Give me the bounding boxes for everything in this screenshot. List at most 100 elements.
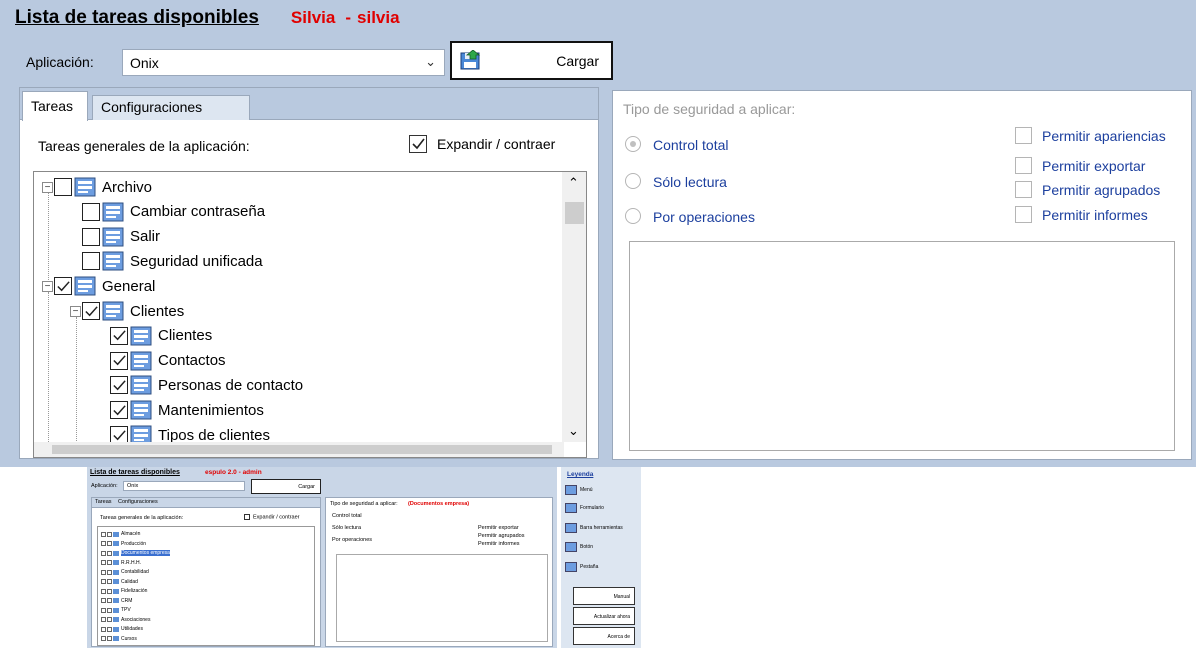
permit-appearance-checkbox[interactable] — [1015, 127, 1032, 144]
load-button[interactable]: Cargar — [450, 41, 613, 80]
tree-node[interactable]: − Clientes — [70, 300, 184, 322]
radio-solo-lectura[interactable] — [625, 173, 641, 189]
tree-node-checkbox[interactable] — [54, 277, 72, 296]
tree-node[interactable]: Mantenimientos — [98, 399, 264, 421]
tree-node-checkbox[interactable] — [82, 227, 100, 246]
thumbnail-tree-label: Asociaciones — [121, 616, 151, 623]
operations-list[interactable] — [629, 241, 1175, 451]
button-icon — [565, 542, 577, 552]
task-tree[interactable]: − Archivo Cambiar contraseña Salir Seguridad… — [33, 171, 587, 458]
menu-icon — [102, 227, 124, 247]
thumbnail-opt-0: Control total — [332, 513, 362, 519]
thumbnail-tree-label: Contabilidad — [121, 569, 149, 575]
legend-button-label: Botón — [580, 544, 594, 550]
thumbnail-tree-label: Fidelización — [121, 588, 148, 594]
tree-node[interactable]: Salir — [70, 226, 160, 248]
tree-node[interactable]: Personas de contacto — [98, 374, 303, 396]
check-icon — [112, 429, 126, 440]
screenshot-thumbnail: Lista de tareas disponibles espulo 2.0 -… — [87, 467, 641, 648]
tab-strip: Tareas Configuraciones — [20, 88, 598, 121]
thumbnail-tree-label: Utilidades — [121, 626, 143, 632]
tree-node-checkbox[interactable] — [110, 351, 128, 370]
radio-control-total-label: Control total — [653, 137, 729, 153]
tree-node-checkbox[interactable] — [54, 178, 72, 196]
legend-toolbar-label: Barra herramientas — [580, 525, 623, 531]
tree-node-checkbox[interactable] — [110, 401, 128, 420]
thumbnail-tree-label: Calidad — [121, 578, 138, 585]
tree-node-label: Archivo — [102, 178, 153, 196]
thumbnail-tree-node: Almacén — [101, 531, 140, 537]
form-icon — [130, 351, 152, 371]
thumbnail-context: (Documentos empresa) — [408, 501, 470, 507]
tree-node[interactable]: − Archivo — [42, 176, 152, 198]
thumbnail-expander-icon — [101, 598, 106, 603]
collapse-icon[interactable]: − — [42, 280, 53, 292]
task-list-window: Lista de tareas disponibles Silvia - sil… — [0, 0, 1196, 467]
tree-node-label: General — [102, 277, 156, 295]
tab-icon — [565, 562, 577, 572]
tree-line — [48, 292, 49, 452]
horizontal-scrollbar[interactable] — [34, 442, 564, 457]
tree-node-checkbox[interactable] — [82, 202, 100, 221]
permit-reports-label: Permitir informes — [1042, 207, 1148, 223]
collapse-icon[interactable]: − — [70, 305, 81, 317]
permit-grouped-label: Permitir agrupados — [1042, 182, 1161, 198]
thumbnail-tree-node: Calidad — [101, 579, 138, 585]
legend-toolbar: Barra herramientas — [565, 523, 623, 533]
form-icon — [102, 202, 124, 222]
vertical-scrollbar[interactable]: ⌃ ⌄ — [562, 172, 586, 442]
tree-node[interactable]: Contactos — [98, 350, 226, 372]
check-icon — [412, 138, 425, 150]
legend-form: Formulario — [565, 503, 604, 513]
form-icon — [130, 400, 152, 420]
menu-icon — [113, 541, 119, 546]
tree-node[interactable]: Cambiar contraseña — [70, 201, 265, 223]
thumbnail-tree-node: Fidelización — [101, 588, 147, 594]
tree-node-checkbox[interactable] — [82, 302, 100, 320]
thumbnail-expand-label: Expandir / contraer — [253, 514, 300, 521]
tab-configuraciones[interactable]: Configuraciones — [92, 95, 250, 120]
thumbnail-checkbox-icon — [107, 626, 112, 632]
tree-node-checkbox[interactable] — [110, 326, 128, 345]
tree-node[interactable]: Clientes — [98, 325, 212, 347]
radio-por-operaciones[interactable] — [625, 208, 641, 224]
permit-export-label: Permitir exportar — [1042, 158, 1146, 174]
tasks-label: Tareas generales de la aplicación: — [38, 138, 250, 154]
thumbnail-expander-icon — [101, 579, 106, 584]
thumbnail-expander-icon — [101, 607, 106, 613]
tab-tareas[interactable]: Tareas — [22, 91, 88, 121]
expand-checkbox[interactable] — [409, 135, 427, 153]
menu-icon — [565, 485, 577, 495]
scroll-thumb[interactable] — [565, 202, 584, 224]
toolbar-icon — [565, 523, 577, 533]
form-icon — [130, 375, 152, 395]
tree-node[interactable]: Seguridad unificada — [70, 250, 263, 272]
tree-node-checkbox[interactable] — [110, 376, 128, 395]
tree-node-checkbox[interactable] — [82, 252, 100, 271]
tree-node-label: Personas de contacto — [158, 376, 304, 394]
scroll-up-icon[interactable]: ⌃ — [568, 175, 579, 191]
tree-node[interactable]: − General — [42, 275, 155, 297]
menu-icon — [113, 560, 119, 565]
thumbnail-tree-label: CRM — [121, 597, 133, 604]
menu-icon — [102, 251, 124, 271]
thumbnail-operations-box — [336, 554, 548, 642]
application-select[interactable]: Onix ⌄ — [122, 49, 445, 76]
permit-export-checkbox[interactable] — [1015, 157, 1032, 174]
thumbnail-expander-icon — [101, 588, 106, 594]
thumbnail-checkbox-icon — [107, 588, 112, 594]
check-icon — [112, 355, 126, 366]
hscroll-thumb[interactable] — [52, 445, 552, 454]
application-value: Onix — [130, 55, 159, 71]
menu-icon — [113, 531, 119, 537]
radio-control-total[interactable] — [625, 136, 641, 152]
permit-reports-checkbox[interactable] — [1015, 206, 1032, 223]
thumbnail-tree-label: Cursos — [121, 635, 137, 642]
thumbnail-expander-icon — [101, 569, 106, 575]
permit-grouped-checkbox[interactable] — [1015, 181, 1032, 198]
thumbnail-expander-icon — [101, 636, 106, 641]
menu-icon — [113, 617, 119, 622]
scroll-down-icon[interactable]: ⌄ — [568, 423, 579, 439]
page-title: Lista de tareas disponibles — [15, 7, 259, 28]
collapse-icon[interactable]: − — [42, 181, 53, 193]
